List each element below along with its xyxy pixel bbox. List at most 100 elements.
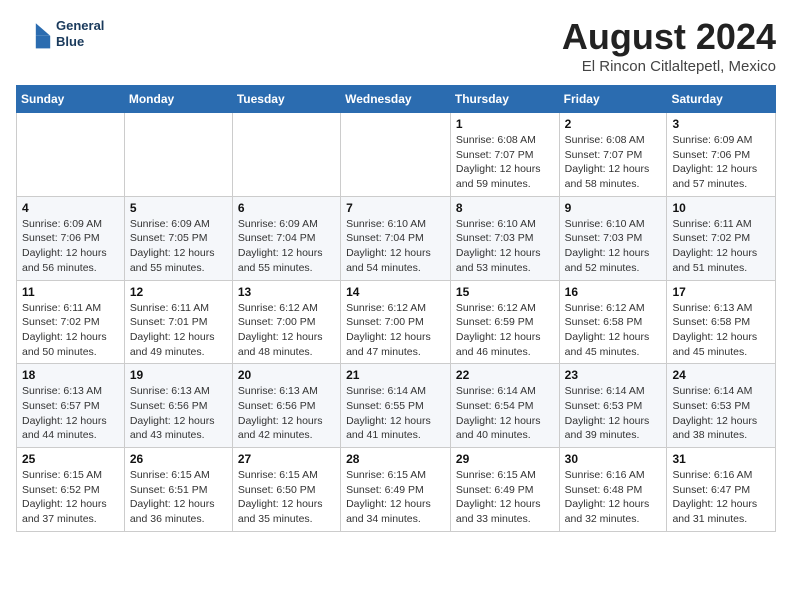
calendar-cell: 24 Sunrise: 6:14 AM Sunset: 6:53 PM Dayli… bbox=[667, 364, 776, 448]
weekday-header: Sunday bbox=[17, 86, 125, 113]
weekday-header: Wednesday bbox=[341, 86, 451, 113]
day-number: 19 bbox=[130, 368, 227, 382]
calendar-cell: 26 Sunrise: 6:15 AM Sunset: 6:51 PM Dayli… bbox=[124, 448, 232, 532]
day-info: Sunrise: 6:14 AM Sunset: 6:53 PM Dayligh… bbox=[565, 384, 662, 443]
day-info: Sunrise: 6:08 AM Sunset: 7:07 PM Dayligh… bbox=[456, 133, 554, 192]
weekday-header: Monday bbox=[124, 86, 232, 113]
day-number: 15 bbox=[456, 285, 554, 299]
day-number: 27 bbox=[238, 452, 335, 466]
calendar-cell: 31 Sunrise: 6:16 AM Sunset: 6:47 PM Dayli… bbox=[667, 448, 776, 532]
day-number: 12 bbox=[130, 285, 227, 299]
logo-line2: Blue bbox=[56, 34, 104, 50]
day-number: 16 bbox=[565, 285, 662, 299]
day-number: 24 bbox=[672, 368, 770, 382]
calendar-cell bbox=[124, 113, 232, 197]
day-number: 18 bbox=[22, 368, 119, 382]
day-info: Sunrise: 6:14 AM Sunset: 6:55 PM Dayligh… bbox=[346, 384, 445, 443]
day-info: Sunrise: 6:12 AM Sunset: 7:00 PM Dayligh… bbox=[346, 301, 445, 360]
day-number: 5 bbox=[130, 201, 227, 215]
day-number: 11 bbox=[22, 285, 119, 299]
day-number: 6 bbox=[238, 201, 335, 215]
calendar-cell: 11 Sunrise: 6:11 AM Sunset: 7:02 PM Dayli… bbox=[17, 280, 125, 364]
calendar-cell: 17 Sunrise: 6:13 AM Sunset: 6:58 PM Dayli… bbox=[667, 280, 776, 364]
day-info: Sunrise: 6:10 AM Sunset: 7:03 PM Dayligh… bbox=[565, 217, 662, 276]
weekday-header: Tuesday bbox=[232, 86, 340, 113]
weekday-row: SundayMondayTuesdayWednesdayThursdayFrid… bbox=[17, 86, 776, 113]
day-number: 31 bbox=[672, 452, 770, 466]
day-number: 28 bbox=[346, 452, 445, 466]
calendar-cell: 15Sunrise: 6:12 AM Sunset: 6:59 PM Dayli… bbox=[450, 280, 559, 364]
calendar-cell: 18Sunrise: 6:13 AM Sunset: 6:57 PM Dayli… bbox=[17, 364, 125, 448]
page-header: General Blue August 2024 El Rincon Citla… bbox=[16, 16, 776, 75]
calendar-week-row: 1Sunrise: 6:08 AM Sunset: 7:07 PM Daylig… bbox=[17, 113, 776, 197]
calendar-cell: 20 Sunrise: 6:13 AM Sunset: 6:56 PM Dayli… bbox=[232, 364, 340, 448]
calendar-body: 1Sunrise: 6:08 AM Sunset: 7:07 PM Daylig… bbox=[17, 113, 776, 532]
calendar-cell: 13 Sunrise: 6:12 AM Sunset: 7:00 PM Dayli… bbox=[232, 280, 340, 364]
day-info: Sunrise: 6:13 AM Sunset: 6:58 PM Dayligh… bbox=[672, 301, 770, 360]
calendar-week-row: 4Sunrise: 6:09 AM Sunset: 7:06 PM Daylig… bbox=[17, 196, 776, 280]
calendar-cell: 28 Sunrise: 6:15 AM Sunset: 6:49 PM Dayli… bbox=[341, 448, 451, 532]
day-info: Sunrise: 6:15 AM Sunset: 6:51 PM Dayligh… bbox=[130, 468, 227, 527]
day-number: 30 bbox=[565, 452, 662, 466]
month-year: August 2024 bbox=[562, 16, 776, 58]
day-info: Sunrise: 6:13 AM Sunset: 6:56 PM Dayligh… bbox=[238, 384, 335, 443]
day-number: 22 bbox=[456, 368, 554, 382]
calendar-cell: 10 Sunrise: 6:11 AM Sunset: 7:02 PM Dayli… bbox=[667, 196, 776, 280]
day-info: Sunrise: 6:11 AM Sunset: 7:02 PM Dayligh… bbox=[672, 217, 770, 276]
weekday-header: Thursday bbox=[450, 86, 559, 113]
day-info: Sunrise: 6:09 AM Sunset: 7:06 PM Dayligh… bbox=[22, 217, 119, 276]
day-info: Sunrise: 6:10 AM Sunset: 7:03 PM Dayligh… bbox=[456, 217, 554, 276]
day-info: Sunrise: 6:12 AM Sunset: 6:58 PM Dayligh… bbox=[565, 301, 662, 360]
day-number: 20 bbox=[238, 368, 335, 382]
calendar-cell: 4Sunrise: 6:09 AM Sunset: 7:06 PM Daylig… bbox=[17, 196, 125, 280]
day-info: Sunrise: 6:11 AM Sunset: 7:02 PM Dayligh… bbox=[22, 301, 119, 360]
calendar-cell: 27Sunrise: 6:15 AM Sunset: 6:50 PM Dayli… bbox=[232, 448, 340, 532]
calendar-cell: 30Sunrise: 6:16 AM Sunset: 6:48 PM Dayli… bbox=[559, 448, 667, 532]
calendar-cell bbox=[341, 113, 451, 197]
calendar-cell: 2Sunrise: 6:08 AM Sunset: 7:07 PM Daylig… bbox=[559, 113, 667, 197]
day-info: Sunrise: 6:16 AM Sunset: 6:47 PM Dayligh… bbox=[672, 468, 770, 527]
weekday-header: Friday bbox=[559, 86, 667, 113]
calendar-header: SundayMondayTuesdayWednesdayThursdayFrid… bbox=[17, 86, 776, 113]
calendar-cell: 14 Sunrise: 6:12 AM Sunset: 7:00 PM Dayli… bbox=[341, 280, 451, 364]
calendar-cell: 16 Sunrise: 6:12 AM Sunset: 6:58 PM Dayli… bbox=[559, 280, 667, 364]
day-number: 13 bbox=[238, 285, 335, 299]
calendar-cell: 5 Sunrise: 6:09 AM Sunset: 7:05 PM Daylig… bbox=[124, 196, 232, 280]
day-info: Sunrise: 6:12 AM Sunset: 7:00 PM Dayligh… bbox=[238, 301, 335, 360]
calendar-cell bbox=[232, 113, 340, 197]
day-info: Sunrise: 6:09 AM Sunset: 7:05 PM Dayligh… bbox=[130, 217, 227, 276]
day-number: 25 bbox=[22, 452, 119, 466]
calendar-cell: 6Sunrise: 6:09 AM Sunset: 7:04 PM Daylig… bbox=[232, 196, 340, 280]
day-info: Sunrise: 6:11 AM Sunset: 7:01 PM Dayligh… bbox=[130, 301, 227, 360]
calendar-cell: 22 Sunrise: 6:14 AM Sunset: 6:54 PM Dayli… bbox=[450, 364, 559, 448]
calendar-cell: 9 Sunrise: 6:10 AM Sunset: 7:03 PM Daylig… bbox=[559, 196, 667, 280]
calendar-cell: 12 Sunrise: 6:11 AM Sunset: 7:01 PM Dayli… bbox=[124, 280, 232, 364]
day-number: 17 bbox=[672, 285, 770, 299]
day-number: 14 bbox=[346, 285, 445, 299]
day-info: Sunrise: 6:15 AM Sunset: 6:52 PM Dayligh… bbox=[22, 468, 119, 527]
logo: General Blue bbox=[16, 16, 104, 52]
title-block: August 2024 El Rincon Citlaltepetl, Mexi… bbox=[562, 16, 776, 75]
day-info: Sunrise: 6:14 AM Sunset: 6:54 PM Dayligh… bbox=[456, 384, 554, 443]
day-number: 9 bbox=[565, 201, 662, 215]
day-info: Sunrise: 6:14 AM Sunset: 6:53 PM Dayligh… bbox=[672, 384, 770, 443]
logo-line1: General bbox=[56, 18, 104, 34]
day-number: 8 bbox=[456, 201, 554, 215]
day-info: Sunrise: 6:13 AM Sunset: 6:56 PM Dayligh… bbox=[130, 384, 227, 443]
day-number: 3 bbox=[672, 117, 770, 131]
day-number: 21 bbox=[346, 368, 445, 382]
day-number: 10 bbox=[672, 201, 770, 215]
calendar-cell: 8 Sunrise: 6:10 AM Sunset: 7:03 PM Daylig… bbox=[450, 196, 559, 280]
day-number: 29 bbox=[456, 452, 554, 466]
calendar-cell: 1Sunrise: 6:08 AM Sunset: 7:07 PM Daylig… bbox=[450, 113, 559, 197]
day-number: 26 bbox=[130, 452, 227, 466]
weekday-header: Saturday bbox=[667, 86, 776, 113]
day-info: Sunrise: 6:15 AM Sunset: 6:49 PM Dayligh… bbox=[346, 468, 445, 527]
calendar-cell: 21 Sunrise: 6:14 AM Sunset: 6:55 PM Dayli… bbox=[341, 364, 451, 448]
calendar-cell: 3Sunrise: 6:09 AM Sunset: 7:06 PM Daylig… bbox=[667, 113, 776, 197]
calendar-cell: 7Sunrise: 6:10 AM Sunset: 7:04 PM Daylig… bbox=[341, 196, 451, 280]
location: El Rincon Citlaltepetl, Mexico bbox=[562, 58, 776, 75]
calendar-cell bbox=[17, 113, 125, 197]
day-info: Sunrise: 6:15 AM Sunset: 6:49 PM Dayligh… bbox=[456, 468, 554, 527]
calendar-week-row: 18Sunrise: 6:13 AM Sunset: 6:57 PM Dayli… bbox=[17, 364, 776, 448]
